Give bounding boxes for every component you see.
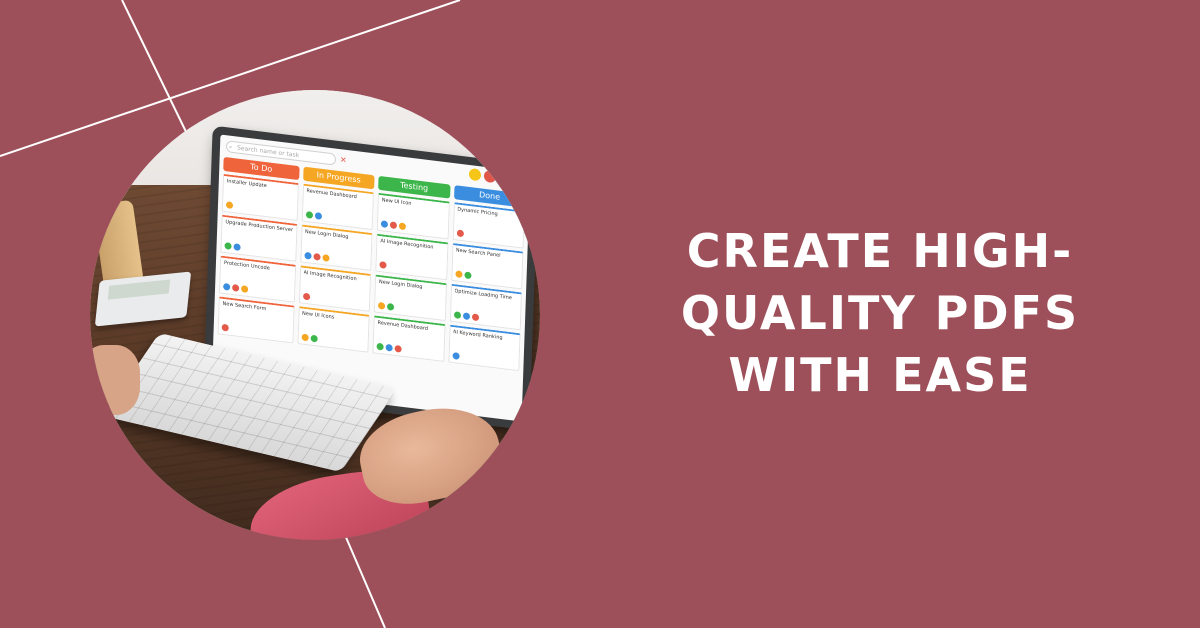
avatar (223, 282, 231, 291)
avatar (301, 333, 309, 342)
kanban-card-title: Optimize Loading Time (454, 288, 513, 302)
kanban-card: AI Image Recognition (375, 233, 449, 281)
kanban-card-title: Protection Uncode (223, 260, 270, 272)
kanban-card-title: Installer Update (226, 178, 267, 190)
headline-line-2: QUALITY PDFS (680, 286, 1080, 340)
kanban-card-avatars (223, 282, 249, 293)
kanban-card-title: AI Keyword Ranking (452, 329, 503, 342)
avatar (386, 303, 395, 311)
search-icon: ⌕ (228, 143, 233, 151)
avatar (452, 351, 460, 360)
kanban-card-title: New UI Icons (301, 310, 335, 321)
kanban-card: Dynamic Pricing (452, 202, 525, 249)
avatar (379, 261, 387, 269)
kanban-card-avatars (380, 220, 407, 231)
avatar (454, 270, 463, 279)
kanban-card-title: Upgrade Production Server (225, 219, 294, 234)
kanban-column: In Progress Revenue Dashboard New Login Di… (295, 166, 375, 399)
kanban-card-avatars (454, 270, 472, 280)
avatar (394, 344, 402, 353)
user-icon (513, 173, 527, 187)
kanban-card: Optimize Loading Time (449, 283, 523, 331)
kanban-card-avatars (302, 292, 310, 301)
avatar (225, 201, 234, 210)
avatar (321, 254, 330, 262)
kanban-card: New Search Form (217, 296, 295, 344)
kanban-card-title: Revenue Dashboard (306, 188, 357, 201)
kanban-card-title: New Search Panel (455, 247, 501, 259)
avatar (305, 210, 313, 219)
avatar (471, 313, 479, 322)
kanban-column: Done Dynamic Pricing New Search Panel Optim… (446, 185, 526, 417)
kanban-search-placeholder: Search name or task (236, 144, 300, 160)
avatar (232, 284, 240, 292)
kanban-card-title: AI Image Recognition (303, 269, 357, 283)
avatar (376, 342, 384, 351)
kanban-card: Revenue Dashboard (301, 183, 375, 231)
headline: CREATE HIGH- QUALITY PDFS WITH EASE (600, 220, 1160, 406)
kanban-card-avatars (301, 333, 318, 343)
headline-line-1: CREATE HIGH- (686, 224, 1074, 278)
avatar (221, 323, 229, 332)
kanban-column: Testing New UI Icon AI Image Recognition Ne… (371, 175, 451, 408)
lightbulb-icon (468, 167, 482, 182)
kanban-card: New Login Dialog (299, 224, 373, 272)
kanban-card: New UI Icon (376, 192, 450, 240)
avatar (312, 252, 321, 261)
kanban-top-icons (468, 167, 527, 187)
avatar (224, 242, 232, 250)
kanban-card-avatars (221, 323, 229, 332)
kanban-card-avatars (305, 210, 322, 220)
kanban-card-title: New UI Icon (381, 197, 412, 207)
avatar (377, 301, 386, 310)
headline-line-3: WITH EASE (728, 348, 1032, 402)
kanban-card-avatars (453, 311, 479, 322)
kanban-card: Protection Uncode (218, 255, 296, 303)
avatar (456, 229, 464, 238)
calendar-icon (483, 169, 497, 184)
photo-hand-left (90, 345, 140, 415)
kanban-card: New Login Dialog (373, 274, 447, 322)
avatar (389, 221, 398, 230)
kanban-card: Installer Update (221, 173, 299, 221)
avatar (303, 251, 312, 260)
kanban-card: New UI Icons (296, 306, 370, 353)
kanban-card-title: Dynamic Pricing (457, 206, 498, 218)
kanban-card-title: New Login Dialog (304, 228, 349, 241)
kanban-card-avatars (303, 251, 330, 262)
kanban-card: Upgrade Production Server (220, 214, 298, 262)
kanban-card: New Search Panel (450, 242, 524, 290)
kanban-card-title: New Search Form (222, 300, 267, 313)
kanban-card-avatars (376, 342, 402, 353)
avatar (302, 292, 310, 301)
kanban-card-title: New Login Dialog (378, 278, 423, 291)
kanban-card: AI Keyword Ranking (447, 324, 521, 372)
kanban-card-avatars (452, 351, 460, 360)
kanban-card: AI Image Recognition (298, 265, 372, 312)
avatar (463, 271, 472, 280)
avatar (310, 334, 318, 343)
kanban-card-title: Revenue Dashboard (377, 319, 429, 332)
avatar (453, 311, 461, 319)
avatar (462, 312, 470, 321)
decor-line-bottom-diagonal (344, 534, 386, 628)
kanban-card-avatars (377, 301, 395, 311)
avatar (398, 222, 407, 231)
kanban-card: Revenue Dashboard (372, 315, 446, 362)
avatar (233, 243, 241, 252)
avatar (314, 212, 322, 220)
avatar (380, 220, 389, 229)
close-icon: ✕ (339, 155, 347, 165)
avatar (241, 285, 249, 293)
kanban-card-title: AI Image Recognition (380, 238, 434, 251)
kanban-card-avatars (225, 201, 234, 210)
avatar (385, 343, 393, 352)
clock-icon (498, 171, 512, 186)
kanban-card-avatars (224, 242, 241, 252)
kanban-card-avatars (456, 229, 464, 238)
kanban-card-avatars (379, 261, 387, 269)
hero-photo: ⌕ Search name or task ✕ To Do Installer U… (90, 90, 540, 540)
